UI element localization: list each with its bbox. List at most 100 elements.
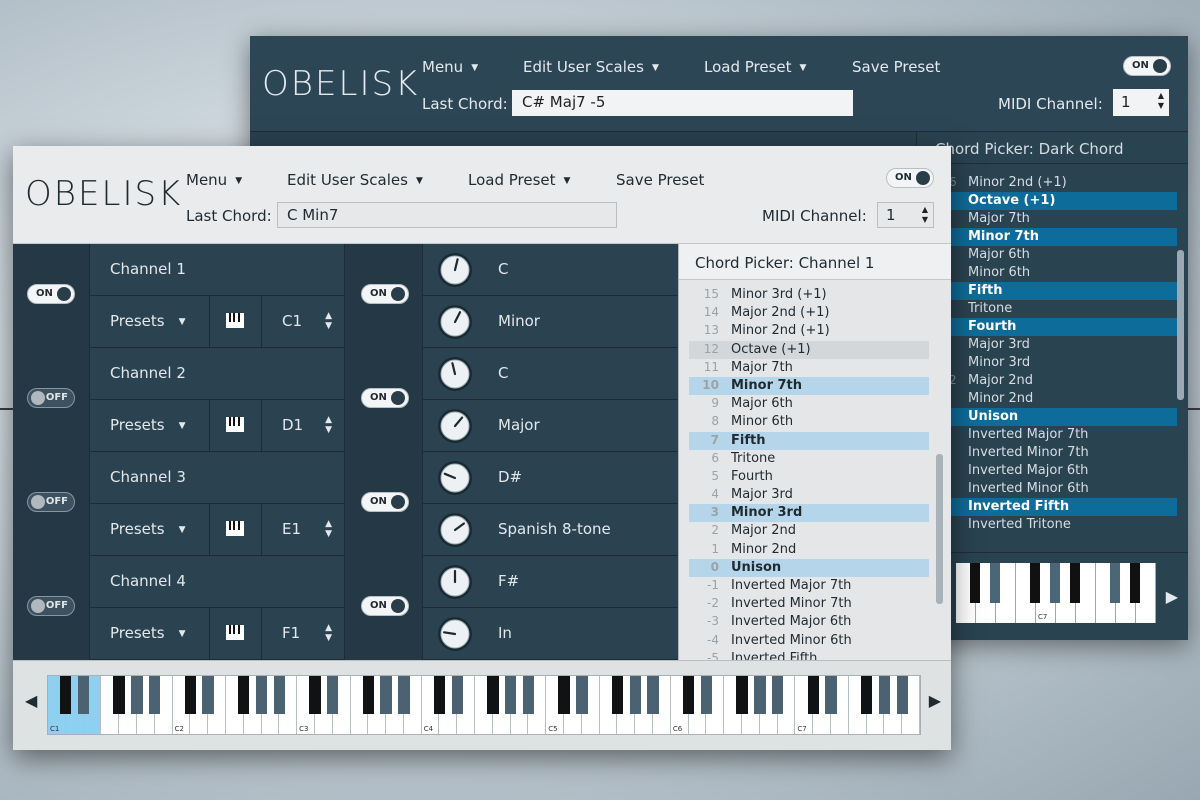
chord-picker-item[interactable]: 3 Minor 3rd: [689, 504, 929, 523]
midi-channel-select[interactable]: 1 ▲ ▼: [877, 202, 934, 228]
chord-picker-item[interactable]: 12 Octave (+1): [689, 340, 929, 359]
black-key[interactable]: [131, 676, 143, 714]
back-picker-item[interactable]: Major 7th: [917, 210, 1177, 228]
channel-keyboard-button[interactable]: [210, 608, 262, 660]
back-black-key[interactable]: [970, 563, 980, 603]
back-picker-item[interactable]: Minor 7th: [917, 228, 1177, 246]
menu-button[interactable]: Menu ▼: [186, 171, 242, 189]
back-picker-item[interactable]: Fifth: [917, 282, 1177, 300]
black-key[interactable]: [255, 676, 268, 714]
back-picker-item[interactable]: Inverted Major 6th: [917, 462, 1177, 480]
black-key[interactable]: [736, 676, 748, 714]
back-picker-item[interactable]: Inverted Fifth: [917, 498, 1177, 516]
chord-picker-item[interactable]: 1 Minor 2nd: [689, 541, 929, 559]
black-key[interactable]: [327, 676, 339, 714]
back-black-key[interactable]: [990, 563, 1000, 603]
channel-keyboard-button[interactable]: [210, 296, 262, 348]
channel-presets-dropdown[interactable]: Presets ▼: [90, 504, 210, 556]
back-picker-item[interactable]: Inverted Minor 6th: [917, 480, 1177, 498]
power-toggle[interactable]: ON: [886, 168, 934, 188]
knob-icon[interactable]: [437, 304, 473, 340]
knob-icon[interactable]: [437, 408, 473, 444]
black-key[interactable]: [754, 676, 766, 714]
load-preset-button[interactable]: Load Preset ▼: [468, 171, 570, 189]
back-keyboard-keys[interactable]: C7: [956, 563, 1156, 623]
back-menu-button[interactable]: Menu ▼: [422, 58, 478, 76]
channel-note-stepper[interactable]: D1 ▲ ▼: [262, 400, 345, 452]
toggle-switch[interactable]: ON: [361, 388, 409, 408]
back-picker-item[interactable]: Major 6th: [917, 246, 1177, 264]
toggle-switch[interactable]: ON: [27, 284, 75, 304]
back-picker-item[interactable]: Minor 2nd: [917, 390, 1177, 408]
chord-picker-item[interactable]: 15 Minor 3rd (+1): [689, 286, 929, 304]
black-key[interactable]: [487, 676, 499, 714]
black-key[interactable]: [380, 676, 392, 714]
black-key[interactable]: [451, 676, 463, 714]
save-preset-button[interactable]: Save Preset: [616, 171, 704, 189]
back-picker-item[interactable]: Unison: [917, 408, 1177, 426]
chord-picker-scrollbar[interactable]: [936, 454, 943, 604]
back-keyboard-right-arrow-icon[interactable]: ▶: [1166, 587, 1178, 606]
black-key[interactable]: [700, 676, 713, 714]
black-key[interactable]: [878, 676, 891, 714]
back-picker-item[interactable]: 2 Major 2nd: [917, 372, 1177, 390]
black-key[interactable]: [504, 676, 517, 714]
back-black-key[interactable]: [1030, 563, 1040, 603]
back-picker-item[interactable]: Fourth: [917, 318, 1177, 336]
toggle-switch[interactable]: ON: [361, 492, 409, 512]
channel-note-stepper[interactable]: C1 ▲ ▼: [262, 296, 345, 348]
black-key[interactable]: [184, 676, 197, 714]
chord-picker-item[interactable]: 7 Fifth: [689, 431, 929, 450]
black-key[interactable]: [576, 676, 588, 714]
channel-note-stepper[interactable]: E1 ▲ ▼: [262, 504, 345, 556]
black-key[interactable]: [60, 676, 72, 714]
black-key[interactable]: [202, 676, 214, 714]
back-black-key[interactable]: [1050, 563, 1060, 603]
chord-picker-item[interactable]: 6 Tritone: [689, 450, 929, 468]
black-key[interactable]: [629, 676, 641, 714]
chord-picker-item[interactable]: 14 Major 2nd (+1): [689, 304, 929, 322]
channel-note-stepper[interactable]: F1 ▲ ▼: [262, 608, 345, 660]
chord-picker-item[interactable]: 11 Major 7th: [689, 359, 929, 377]
black-key[interactable]: [771, 676, 784, 714]
back-picker-item[interactable]: Tritone: [917, 300, 1177, 318]
back-picker-scrollbar[interactable]: [1177, 250, 1184, 400]
black-key[interactable]: [77, 676, 90, 714]
piano-keyboard[interactable]: C1 C2 C3 C4 C5 C6 C7: [47, 675, 921, 735]
chord-picker-item[interactable]: -3 Inverted Major 6th: [689, 613, 929, 631]
chord-picker-item[interactable]: -4 Inverted Minor 6th: [689, 632, 929, 650]
channel-presets-dropdown[interactable]: Presets ▼: [90, 296, 210, 348]
chord-picker-item[interactable]: 5 Fourth: [689, 468, 929, 486]
knob-icon[interactable]: [437, 252, 473, 288]
knob-icon[interactable]: [437, 512, 473, 548]
chord-picker-item[interactable]: 2 Major 2nd: [689, 522, 929, 540]
back-edit-scales-button[interactable]: Edit User Scales ▼: [523, 58, 659, 76]
channel-presets-dropdown[interactable]: Presets ▼: [90, 400, 210, 452]
keyboard-left-arrow-icon[interactable]: ◀: [25, 691, 37, 710]
chord-picker-item[interactable]: 0 Unison: [689, 558, 929, 577]
knob-icon[interactable]: [437, 564, 473, 600]
back-load-preset-button[interactable]: Load Preset ▼: [704, 58, 806, 76]
back-picker-item[interactable]: Octave (+1): [917, 192, 1177, 210]
back-midi-channel-select[interactable]: 1 ▲ ▼: [1113, 89, 1169, 116]
black-key[interactable]: [309, 676, 321, 714]
knob-icon[interactable]: [437, 356, 473, 392]
knob-icon[interactable]: [437, 616, 473, 652]
edit-user-scales-button[interactable]: Edit User Scales ▼: [287, 171, 423, 189]
chord-picker-item[interactable]: 4 Major 3rd: [689, 486, 929, 504]
black-key[interactable]: [113, 676, 125, 714]
back-power-toggle[interactable]: ON: [1123, 56, 1171, 76]
toggle-switch[interactable]: ON: [361, 596, 409, 616]
back-picker-item[interactable]: Inverted Tritone: [917, 516, 1177, 534]
back-picker-item[interactable]: Minor 3rd: [917, 354, 1177, 372]
black-key[interactable]: [149, 676, 161, 714]
back-picker-item[interactable]: Inverted Minor 7th: [917, 444, 1177, 462]
back-picker-item[interactable]: Minor 6th: [917, 264, 1177, 282]
channel-keyboard-button[interactable]: [210, 504, 262, 556]
chord-picker-item[interactable]: 8 Minor 6th: [689, 413, 929, 431]
back-black-key[interactable]: [1130, 563, 1140, 603]
black-key[interactable]: [238, 676, 250, 714]
black-key[interactable]: [558, 676, 570, 714]
channel-presets-dropdown[interactable]: Presets ▼: [90, 608, 210, 660]
black-key[interactable]: [860, 676, 873, 714]
